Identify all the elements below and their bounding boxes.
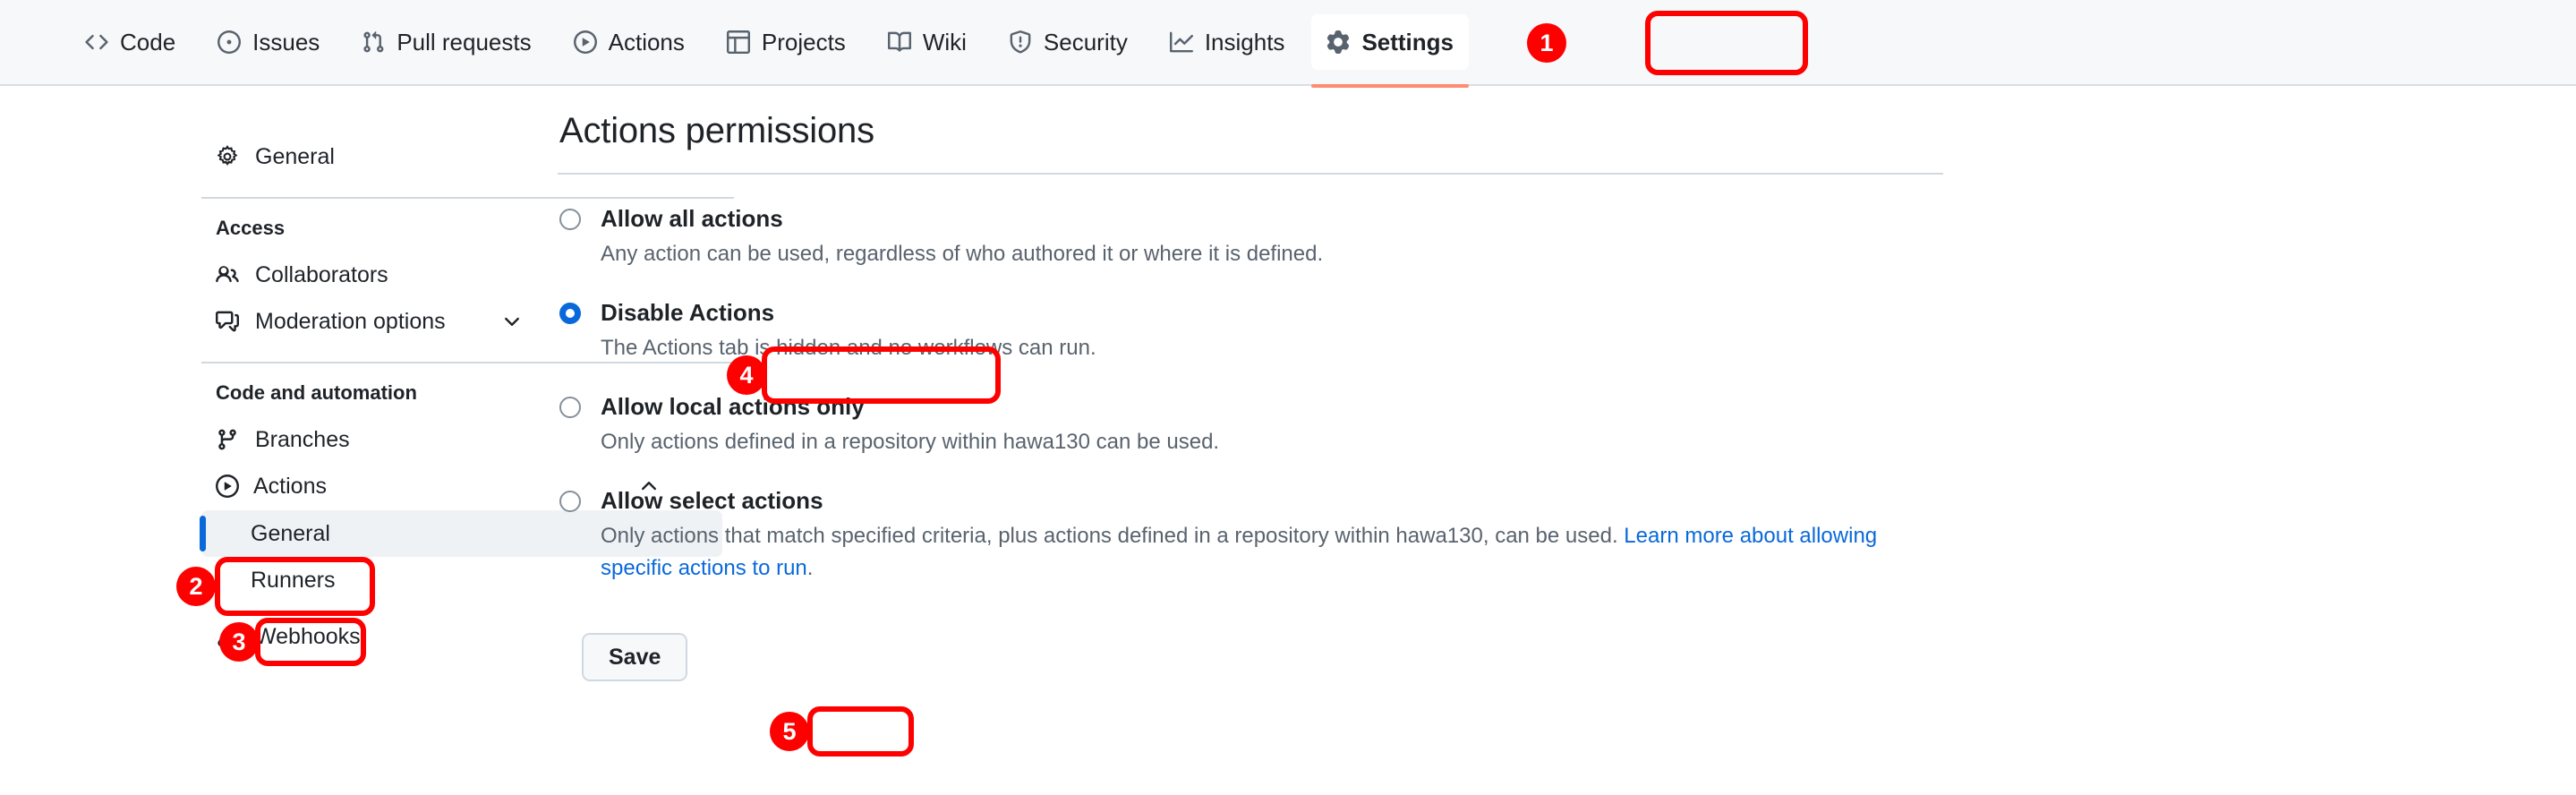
sidebar-item-branches[interactable]: Branches: [201, 417, 537, 462]
radio-input[interactable]: [559, 397, 581, 418]
radio-option-allow-local-actions-only[interactable]: Allow local actions only Only actions de…: [555, 391, 2576, 478]
nav-tab-label: Projects: [761, 28, 846, 56]
nav-tab-label: Security: [1043, 28, 1128, 56]
radio-input[interactable]: [559, 209, 581, 230]
radio-option-allow-all-actions[interactable]: Allow all actions Any action can be used…: [555, 203, 2576, 290]
radio-description: The Actions tab is hidden and no workflo…: [601, 336, 1096, 360]
gear-icon: [1326, 30, 1350, 54]
active-tab-underline: [1311, 84, 1470, 88]
sidebar-item-label: Webhooks: [255, 623, 361, 649]
radio-description-text: Only actions that match specified criter…: [601, 524, 1625, 548]
radio-option-disable-actions[interactable]: Disable Actions The Actions tab is hidde…: [555, 297, 2576, 384]
sidebar-item-label: Actions: [253, 473, 327, 499]
nav-tab-settings[interactable]: Settings: [1311, 14, 1470, 88]
radio-label: Allow all actions: [601, 205, 783, 232]
page-body: General Access Collaborators Moderation …: [0, 86, 2576, 681]
nav-tab-insights[interactable]: Insights: [1155, 14, 1301, 70]
code-icon: [85, 30, 108, 54]
radio-label: Allow local actions only: [601, 393, 865, 420]
nav-tab-actions[interactable]: Actions: [559, 14, 700, 70]
radio-description: Only actions that match specified criter…: [601, 520, 1943, 585]
settings-sidebar: General Access Collaborators Moderation …: [0, 111, 734, 681]
sidebar-section-title-code-and-automation: Code and automation: [216, 381, 417, 404]
sidebar-item-webhooks[interactable]: Webhooks: [201, 614, 537, 659]
page-title: Actions permissions: [559, 111, 874, 150]
nav-tab-label: Pull requests: [397, 28, 532, 56]
nav-tab-label: Code: [120, 28, 176, 56]
play-icon: [573, 30, 597, 54]
sidebar-item-general[interactable]: General: [201, 134, 537, 179]
annotation-box-save: [807, 706, 914, 757]
save-button[interactable]: Save: [582, 633, 688, 681]
nav-tab-label: Actions: [608, 28, 685, 56]
sidebar-item-label: Collaborators: [255, 261, 388, 287]
annotation-marker-5: 5: [770, 712, 809, 751]
sidebar-item-collaborators[interactable]: Collaborators: [201, 252, 537, 297]
shield-icon: [1009, 30, 1032, 54]
radio-description: Only actions defined in a repository wit…: [601, 430, 1220, 454]
nav-tab-label: Issues: [252, 28, 320, 56]
git-branch-icon: [216, 428, 241, 451]
radio-label: Allow select actions: [601, 487, 823, 514]
chevron-down-icon[interactable]: [501, 311, 523, 332]
radio-label: Disable Actions: [601, 299, 775, 326]
content-divider: [558, 173, 1943, 175]
radio-option-allow-select-actions[interactable]: Allow select actions Only actions that m…: [555, 485, 2576, 604]
webhook-icon: [216, 625, 241, 648]
radio-description: Any action can be used, regardless of wh…: [601, 242, 1324, 266]
nav-tab-projects[interactable]: Projects: [712, 14, 861, 70]
nav-tab-label: Settings: [1361, 28, 1454, 56]
nav-tab-security[interactable]: Security: [994, 14, 1143, 70]
sidebar-item-label: General: [255, 143, 335, 169]
sidebar-section-title-access: Access: [216, 217, 286, 239]
sidebar-item-label: Moderation options: [255, 308, 446, 334]
people-icon: [216, 263, 241, 286]
radio-input[interactable]: [559, 303, 581, 324]
nav-tab-wiki[interactable]: Wiki: [873, 14, 982, 70]
sidebar-subitem-label: Runners: [251, 567, 336, 593]
nav-tab-label: Wiki: [922, 28, 967, 56]
radio-description-tail: .: [806, 556, 814, 580]
graph-icon: [1169, 30, 1193, 54]
nav-tab-label: Insights: [1204, 28, 1285, 56]
gear-icon: [216, 145, 241, 168]
sidebar-subitem-label: General: [251, 520, 330, 546]
table-icon: [726, 30, 750, 54]
book-icon: [887, 30, 911, 54]
sidebar-item-moderation-options[interactable]: Moderation options: [201, 299, 537, 344]
repo-nav-bar: Code Issues Pull requests Actions Projec…: [0, 0, 2576, 88]
issue-icon: [218, 30, 242, 54]
git-pull-request-icon: [362, 30, 385, 54]
main-content: Actions permissions Allow all actions An…: [537, 111, 2576, 681]
nav-tab-pull-requests[interactable]: Pull requests: [346, 14, 546, 70]
nav-tab-code[interactable]: Code: [70, 14, 191, 70]
sidebar-item-label: Branches: [255, 426, 350, 452]
nav-tab-issues[interactable]: Issues: [202, 14, 335, 70]
sidebar-item-actions[interactable]: Actions: [201, 464, 656, 509]
comment-discussion-icon: [216, 310, 241, 333]
play-icon: [216, 474, 239, 498]
radio-input[interactable]: [559, 491, 581, 512]
